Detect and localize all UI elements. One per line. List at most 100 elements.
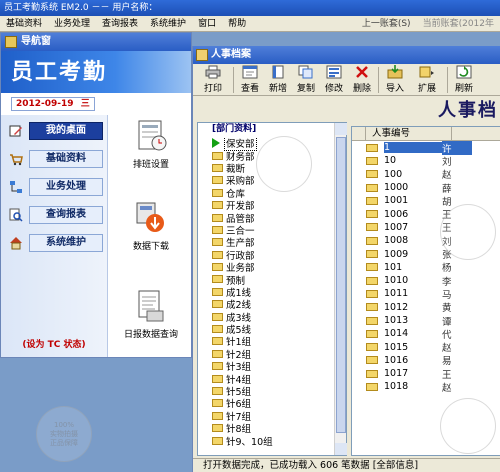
- department-item[interactable]: 生产部: [204, 236, 332, 249]
- func-data-download[interactable]: 数据下载: [113, 201, 189, 252]
- func-daily-report[interactable]: 日报数据查询: [113, 289, 189, 340]
- folder-icon: [366, 369, 378, 378]
- folder-icon: [212, 300, 223, 309]
- menu-system[interactable]: 系统维护: [144, 16, 192, 32]
- department-item[interactable]: 针4组: [204, 372, 332, 386]
- folder-icon: [212, 213, 223, 222]
- department-item[interactable]: 成3线: [204, 310, 332, 324]
- department-item[interactable]: 针8组: [204, 422, 332, 435]
- report-icon: [133, 289, 169, 323]
- department-item[interactable]: 预制: [204, 273, 332, 287]
- date-display[interactable]: 2012-09-19 三: [11, 97, 95, 111]
- refresh-button[interactable]: 刷新: [450, 65, 478, 95]
- department-header: [部门资料]: [212, 124, 257, 134]
- employee-code-column-header[interactable]: 人事编号: [366, 127, 452, 140]
- nav-business[interactable]: 业务处理: [9, 177, 103, 196]
- menu-window[interactable]: 窗口: [192, 16, 222, 32]
- employee-name: 易: [442, 356, 452, 368]
- department-item[interactable]: 针5组: [204, 385, 332, 398]
- menu-bar: 基础资料 业务处理 查询报表 系统维护 窗口 帮助 上一账套(S) 当前账套(2…: [0, 16, 500, 32]
- func-shift-setting[interactable]: 排班设置: [113, 119, 189, 170]
- employee-name: 杨: [442, 263, 452, 275]
- employee-row[interactable]: 100 赵: [352, 168, 500, 181]
- department-scrollbar[interactable]: [334, 123, 347, 455]
- employee-row[interactable]: 1012 黄: [352, 301, 500, 314]
- nav-my-desktop[interactable]: 我的桌面: [9, 121, 103, 140]
- department-item[interactable]: 成1线: [204, 286, 332, 299]
- folder-icon: [212, 238, 223, 247]
- extend-button[interactable]: 扩展: [409, 65, 445, 95]
- employee-code: 1000: [384, 182, 409, 194]
- department-item[interactable]: 仓库: [204, 187, 332, 200]
- department-item[interactable]: 三合一: [204, 224, 332, 237]
- folder-icon: [212, 225, 223, 234]
- department-item[interactable]: 针7组: [204, 410, 332, 423]
- department-item[interactable]: 针9、10组: [204, 434, 332, 448]
- employee-name: 赵: [442, 343, 452, 355]
- nav-reports[interactable]: 查询报表: [9, 205, 103, 224]
- edit-form-icon: [326, 65, 342, 79]
- department-item[interactable]: 成2线: [204, 298, 332, 311]
- nav-basic-data[interactable]: 基础资料: [9, 149, 103, 168]
- toolbar-separator: [233, 67, 234, 93]
- scroll-thumb[interactable]: [336, 137, 346, 433]
- employee-name: 许: [442, 140, 472, 155]
- department-item[interactable]: 开发部: [204, 199, 332, 212]
- watermark-stamp: [440, 398, 496, 454]
- watermark-text: 100% 实物拍摄 正品保障: [50, 421, 78, 447]
- copy-button[interactable]: 复制: [292, 65, 320, 95]
- employee-row[interactable]: 1018 赵: [352, 380, 500, 394]
- employee-name: 王: [442, 369, 452, 381]
- view-label: 查看: [240, 84, 259, 94]
- folder-icon: [212, 399, 223, 408]
- folder-icon: [366, 329, 378, 338]
- employee-row[interactable]: 1013 谭: [352, 314, 500, 328]
- department-item[interactable]: 品管部: [204, 211, 332, 225]
- department-item[interactable]: 行政部: [204, 249, 332, 262]
- import-label: 导入: [385, 84, 404, 94]
- employee-row[interactable]: 10 刘: [352, 154, 500, 168]
- nav-system[interactable]: 系统维护: [9, 233, 103, 252]
- employee-code: 1011: [384, 288, 409, 300]
- employee-name: 李: [442, 276, 452, 288]
- import-icon: [387, 65, 403, 79]
- navigation-window: 导航窗 员工考勤 2012-09-19 三 我的桌面 基础资料 业务处理 查询报…: [0, 32, 192, 358]
- menu-reports[interactable]: 查询报表: [96, 16, 144, 32]
- menu-business[interactable]: 业务处理: [48, 16, 96, 32]
- new-label: 新增: [268, 84, 287, 94]
- new-button[interactable]: 新增: [264, 65, 292, 95]
- department-item[interactable]: 成5线: [204, 323, 332, 336]
- print-button[interactable]: 打印: [195, 65, 231, 95]
- delete-button[interactable]: 删除: [348, 65, 376, 95]
- previous-account-set[interactable]: 上一账套(S): [356, 16, 417, 32]
- menu-basic-data[interactable]: 基础资料: [0, 16, 48, 32]
- tc-status-link[interactable]: (设为 TC 状态): [1, 337, 107, 350]
- scroll-up-arrow[interactable]: [335, 123, 347, 135]
- menu-help[interactable]: 帮助: [222, 16, 252, 32]
- employee-row[interactable]: 1011 马: [352, 287, 500, 301]
- employee-row[interactable]: 1014 代: [352, 327, 500, 341]
- import-button[interactable]: 导入: [381, 65, 409, 95]
- navigation-window-title: 导航窗: [21, 36, 51, 47]
- employee-code: 1006: [384, 208, 409, 220]
- edit-button[interactable]: 修改: [320, 65, 348, 95]
- employee-row[interactable]: 101 杨: [352, 261, 500, 274]
- employee-row[interactable]: 1000 薛: [352, 181, 500, 195]
- department-item[interactable]: 针6组: [204, 397, 332, 410]
- scroll-down-arrow[interactable]: [335, 443, 347, 455]
- employee-row[interactable]: 1010 李: [352, 274, 500, 288]
- department-item[interactable]: 针1组: [204, 335, 332, 348]
- employee-row[interactable]: 1016 易: [352, 354, 500, 367]
- employee-code: 1017: [384, 368, 409, 380]
- employee-name: 赵: [442, 170, 452, 182]
- department-item[interactable]: 针3组: [204, 360, 332, 373]
- department-item[interactable]: 业务部: [204, 261, 332, 274]
- employee-row[interactable]: 1015 赵: [352, 340, 500, 355]
- department-item[interactable]: 针2组: [204, 348, 332, 361]
- folder-icon: [212, 151, 223, 160]
- view-button[interactable]: 查看: [236, 65, 264, 95]
- employee-row[interactable]: 1017 王: [352, 367, 500, 381]
- brand-banner: 员工考勤: [1, 51, 191, 93]
- nav-reports-label: 查询报表: [29, 205, 103, 224]
- employee-row[interactable]: 1许: [352, 140, 500, 155]
